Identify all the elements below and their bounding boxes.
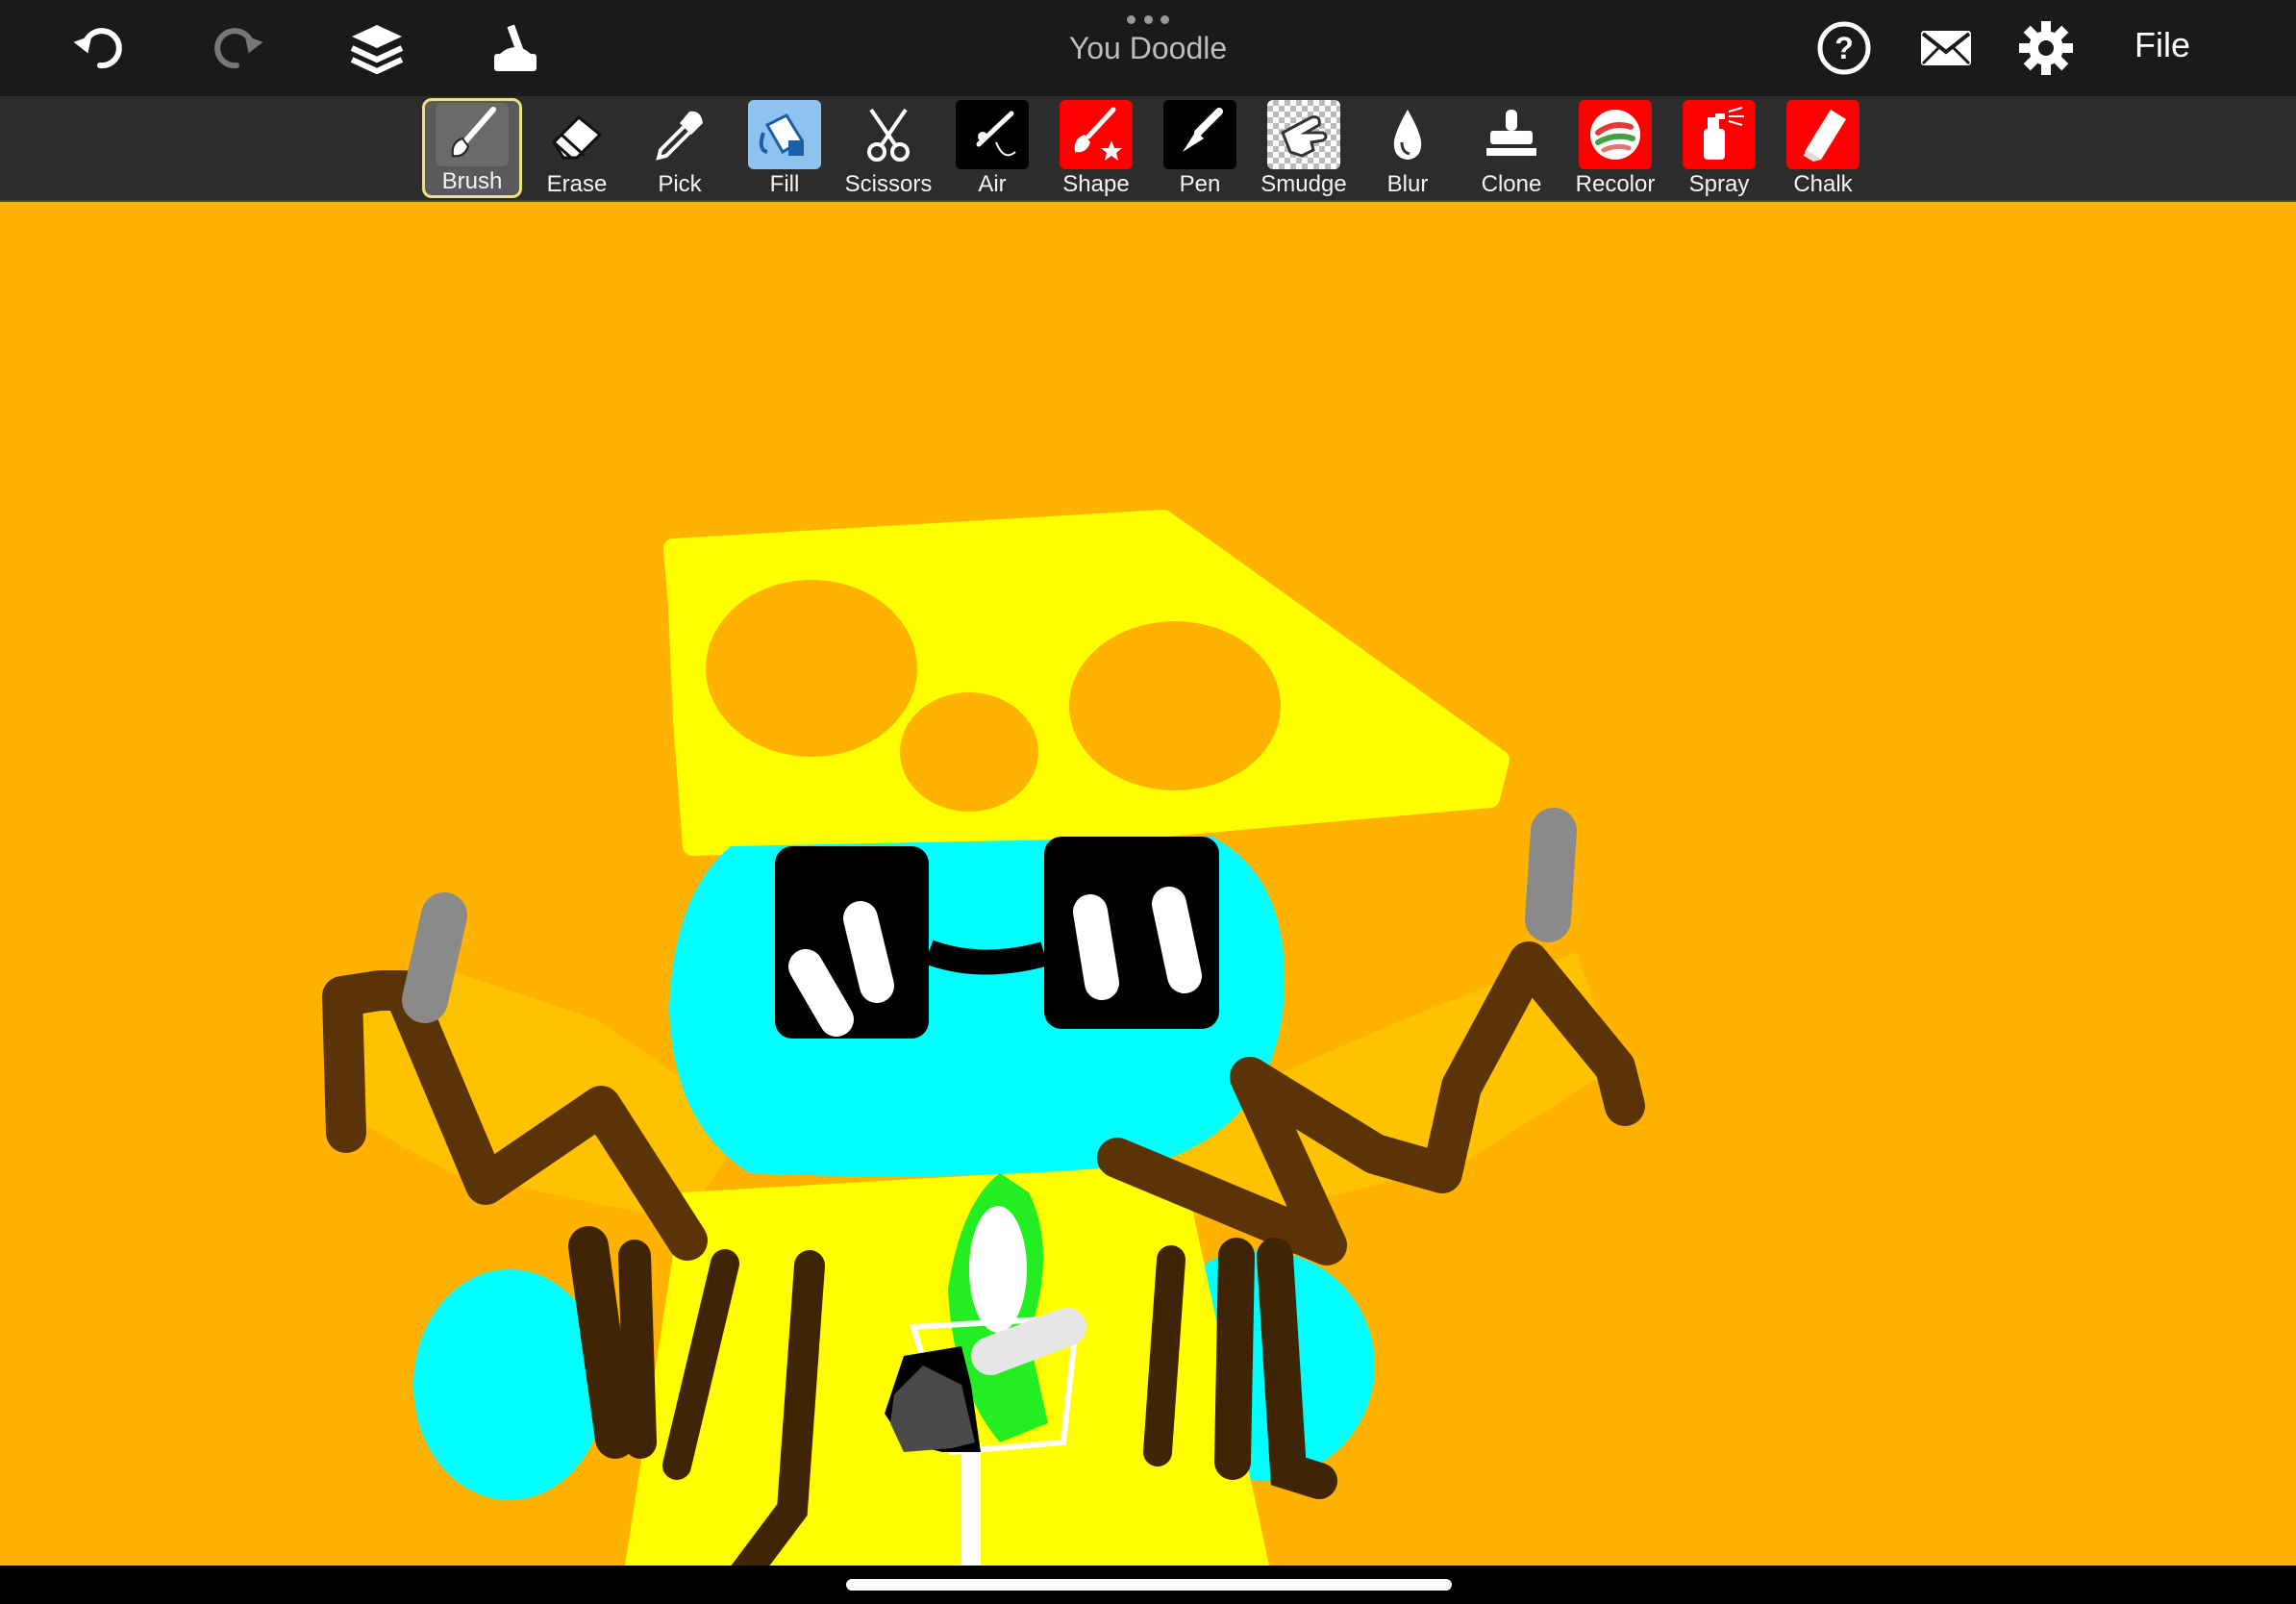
help-button[interactable]: ? bbox=[1813, 17, 1875, 79]
tool-label: Pick bbox=[658, 171, 702, 197]
mail-button[interactable] bbox=[1915, 17, 1977, 79]
help-icon: ? bbox=[1817, 21, 1871, 75]
tool-pick[interactable]: Pick bbox=[630, 98, 730, 198]
settings-icon bbox=[2019, 21, 2073, 75]
tool-recolor[interactable]: Recolor bbox=[1565, 98, 1665, 198]
tool-shape[interactable]: Shape bbox=[1046, 98, 1146, 198]
tool-pen[interactable]: Pen bbox=[1150, 98, 1250, 198]
settings-button[interactable] bbox=[2015, 17, 2077, 79]
tool-erase[interactable]: Erase bbox=[527, 98, 627, 198]
tool-air[interactable]: Air bbox=[942, 98, 1042, 198]
svg-text:?: ? bbox=[1834, 31, 1854, 65]
tool-label: Pen bbox=[1179, 171, 1221, 197]
drawing-canvas[interactable] bbox=[0, 202, 2296, 1566]
tool-fill[interactable]: Fill bbox=[735, 98, 835, 198]
tool-label: Recolor bbox=[1575, 171, 1656, 197]
eraser-icon bbox=[552, 114, 603, 160]
airbrush-icon bbox=[976, 111, 1016, 157]
brush-icon bbox=[451, 107, 496, 158]
tool-label: Fill bbox=[769, 171, 800, 197]
smudge-icon bbox=[1281, 115, 1328, 158]
tool-blur[interactable]: Blur bbox=[1358, 98, 1458, 198]
tool-chalk[interactable]: Chalk bbox=[1773, 98, 1873, 198]
tool-label: Chalk bbox=[1793, 171, 1853, 197]
doodle-drawing bbox=[322, 510, 1645, 1566]
blur-drop-icon bbox=[1393, 110, 1422, 160]
tool-label: Blur bbox=[1386, 171, 1429, 197]
chalk-icon bbox=[1804, 110, 1846, 162]
recolor-icon bbox=[1590, 110, 1640, 160]
more-options-handle[interactable] bbox=[1127, 15, 1169, 25]
tool-label: Erase bbox=[546, 171, 608, 197]
file-menu-button[interactable]: File bbox=[2134, 25, 2190, 65]
tool-label: Clone bbox=[1481, 171, 1542, 197]
spray-can-icon bbox=[1704, 107, 1744, 160]
eyedropper-icon bbox=[656, 111, 703, 161]
tool-label: Scissors bbox=[844, 171, 933, 197]
tool-label: Air bbox=[978, 171, 1007, 197]
tool-brush[interactable]: Brush bbox=[422, 98, 522, 198]
fill-bucket-icon bbox=[759, 113, 805, 156]
tool-spray[interactable]: Spray bbox=[1669, 98, 1769, 198]
tool-label: Smudge bbox=[1260, 171, 1347, 197]
tool-scissors[interactable]: Scissors bbox=[838, 98, 938, 198]
mail-icon bbox=[1921, 31, 1971, 65]
tool-label: Spray bbox=[1688, 171, 1750, 197]
top-bar: You Doodle ? File bbox=[0, 0, 2296, 96]
shape-brush-icon bbox=[1074, 107, 1122, 161]
tool-label: Shape bbox=[1062, 171, 1130, 197]
scissors-icon bbox=[867, 108, 910, 162]
home-indicator[interactable] bbox=[846, 1579, 1452, 1591]
tool-clone[interactable]: Clone bbox=[1461, 98, 1561, 198]
tool-smudge[interactable]: Smudge bbox=[1254, 98, 1354, 198]
pen-icon bbox=[1183, 108, 1223, 152]
clone-stamp-icon bbox=[1486, 110, 1536, 156]
tool-palette: Brush Erase Pick Fill Scissors Air Shape… bbox=[0, 96, 2296, 202]
tool-label: Brush bbox=[441, 168, 503, 194]
